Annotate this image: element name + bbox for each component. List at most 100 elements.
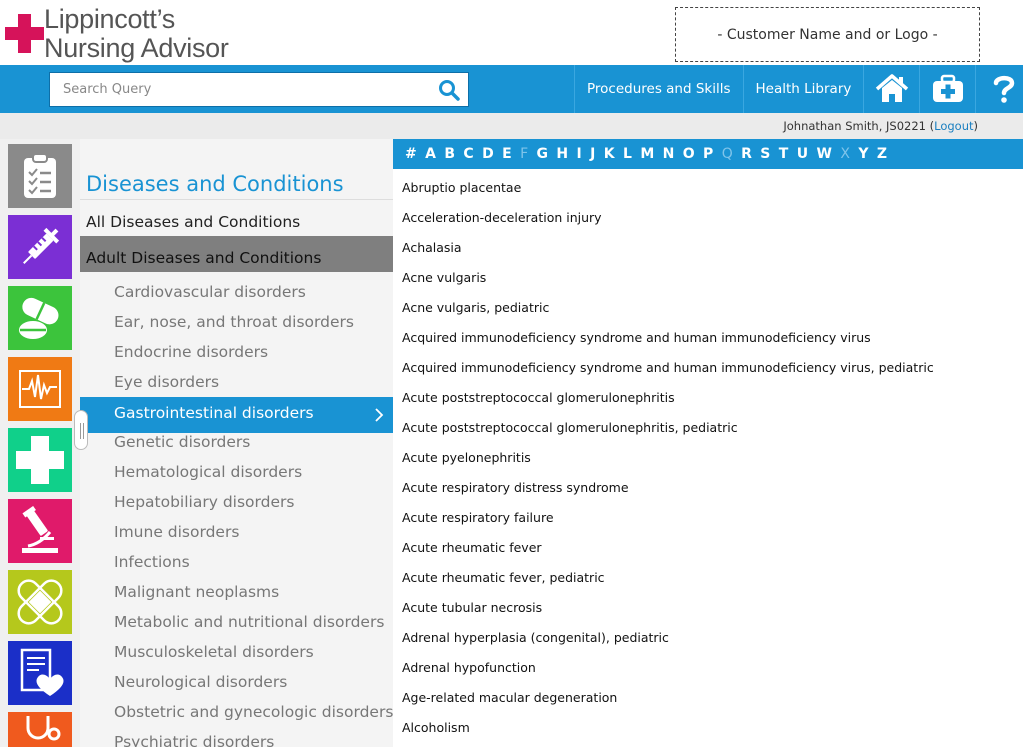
letter-r[interactable]: R [741,146,752,162]
category-item-label: Eye disorders [114,373,220,391]
topic-list: Abruptio placentae Acceleration-decelerat… [393,169,1023,747]
home-button[interactable] [863,65,919,113]
letter-n[interactable]: N [663,146,675,162]
nav-links: Procedures and Skills Health Library [574,65,1023,113]
letter-u[interactable]: U [797,146,808,162]
category-item-active[interactable]: Gastrointestinal disorders [80,397,393,433]
first-aid-kit-icon [932,74,963,102]
category-item-label: Metabolic and nutritional disorders [114,613,385,631]
topic-link[interactable]: Achalasia [402,240,462,255]
letter-hash[interactable]: # [405,146,417,162]
topic-link[interactable]: Acute rheumatic fever [402,540,542,555]
category-item[interactable]: Cardiovascular disorders [80,279,393,309]
search-box [49,72,469,107]
letter-w[interactable]: W [817,146,832,162]
search-icon[interactable] [437,78,461,102]
category-item-label: Ear, nose, and throat disorders [114,313,354,331]
panel-resize-handle[interactable] [74,410,88,450]
first-aid-kit-button[interactable] [919,65,975,113]
help-button[interactable] [975,65,1023,113]
topic-link[interactable]: Acute tubular necrosis [402,600,542,615]
tile-lab[interactable] [8,499,72,563]
tile-assessment[interactable] [8,712,72,747]
topic-link[interactable]: Acne vulgaris, pediatric [402,300,549,315]
all-diseases-link[interactable]: All Diseases and Conditions [86,213,300,231]
letter-z[interactable]: Z [877,146,887,162]
letter-s[interactable]: S [760,146,770,162]
letter-c[interactable]: C [463,146,473,162]
topic-link[interactable]: Acute pyelonephritis [402,450,531,465]
tile-patient-education[interactable] [8,641,72,705]
letter-e[interactable]: E [502,146,512,162]
letter-l[interactable]: L [623,146,632,162]
topic-link[interactable]: Acquired immunodeficiency syndrome and h… [402,330,871,345]
category-item-label: Cardiovascular disorders [114,283,306,301]
letter-d[interactable]: D [482,146,494,162]
letter-k[interactable]: K [604,146,615,162]
bandage-icon [17,579,63,625]
letter-o[interactable]: O [683,146,695,162]
category-item-label: Genetic disorders [114,433,251,451]
category-item[interactable]: Metabolic and nutritional disorders [80,609,393,639]
category-group-header[interactable]: Adult Diseases and Conditions [80,236,393,272]
brand-line1: Lippincott’s [44,4,175,34]
topic-link[interactable]: Alcoholism [402,720,470,735]
topic-link[interactable]: Age-related macular degeneration [402,690,617,705]
topic-link[interactable]: Acute rheumatic fever, pediatric [402,570,605,585]
pills-icon [19,297,59,339]
category-item[interactable]: Ear, nose, and throat disorders [80,309,393,339]
category-item[interactable]: Infections [80,549,393,579]
nav-health-library[interactable]: Health Library [742,65,864,113]
nav-procedures-and-skills[interactable]: Procedures and Skills [574,65,743,113]
topic-link[interactable]: Adrenal hypofunction [402,660,536,675]
category-item[interactable]: Genetic disorders [80,429,393,459]
tile-first-aid[interactable] [8,428,72,492]
user-info: Johnathan Smith, JS0221 ( [783,119,935,133]
letter-j[interactable]: J [590,146,595,162]
letter-y[interactable]: Y [858,146,868,162]
category-item-label: Endocrine disorders [114,343,269,361]
category-item[interactable]: Obstetric and gynecologic disorders [80,699,393,729]
user-info-close: ) [973,119,979,133]
letter-f: F [520,146,529,162]
topic-link[interactable]: Abruptio placentae [402,180,521,195]
letter-a[interactable]: A [425,146,436,162]
tile-monitoring[interactable] [8,357,72,421]
letter-b[interactable]: B [444,146,455,162]
brand-name: Lippincott’s Nursing Advisor [44,5,229,63]
header: Lippincott’s Nursing Advisor - Customer … [0,0,1023,65]
topic-link[interactable]: Acceleration-deceleration injury [402,210,602,225]
logout-link[interactable]: Logout [934,119,973,133]
brand-logo[interactable]: Lippincott’s Nursing Advisor [3,5,231,65]
category-item[interactable]: Hematological disorders [80,459,393,489]
topic-link[interactable]: Adrenal hyperplasia (congenital), pediat… [402,630,669,645]
category-item[interactable]: Malignant neoplasms [80,579,393,609]
letter-m[interactable]: M [640,146,654,162]
logo-mark-icon [5,10,49,62]
topic-link[interactable]: Acne vulgaris [402,270,486,285]
letter-i[interactable]: I [577,146,582,162]
letter-t[interactable]: T [779,146,789,162]
tile-drugs[interactable] [8,286,72,350]
tile-checklist[interactable] [8,144,72,208]
category-item[interactable]: Hepatobiliary disorders [80,489,393,519]
topic-link[interactable]: Acute respiratory failure [402,510,554,525]
category-item[interactable]: Imune disorders [80,519,393,549]
letter-p[interactable]: P [703,146,713,162]
topic-link[interactable]: Acute respiratory distress syndrome [402,480,629,495]
category-item[interactable]: Psychiatric disorders [80,729,393,747]
topic-link[interactable]: Acquired immunodeficiency syndrome and h… [402,360,934,375]
category-item[interactable]: Musculoskeletal disorders [80,639,393,669]
category-item-label: Hematological disorders [114,463,303,481]
topic-link[interactable]: Acute poststreptococcal glomerulonephrit… [402,390,675,405]
search-input[interactable] [50,73,430,106]
category-item[interactable]: Endocrine disorders [80,339,393,369]
topic-link[interactable]: Acute poststreptococcal glomerulonephrit… [402,420,738,435]
letter-h[interactable]: H [556,146,568,162]
letter-g[interactable]: G [537,146,549,162]
category-item[interactable]: Eye disorders [80,369,393,399]
tile-procedures[interactable] [8,215,72,279]
letter-x: X [840,146,850,162]
category-item[interactable]: Neurological disorders [80,669,393,699]
tile-wound-care[interactable] [8,570,72,634]
